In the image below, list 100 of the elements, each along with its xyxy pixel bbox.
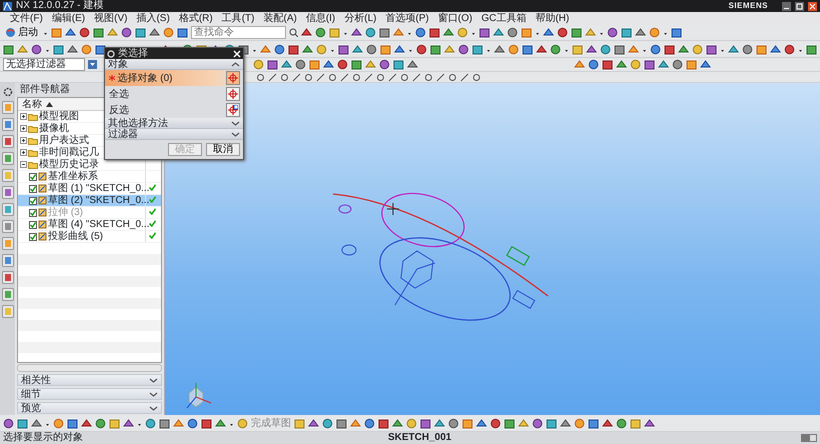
expand-icon[interactable] [20,149,27,156]
tool-icon[interactable] [448,418,459,428]
tool-icon[interactable] [650,44,661,54]
panel-header[interactable]: 细节 [17,388,162,400]
tool-icon[interactable] [644,418,655,428]
expand-icon[interactable] [20,125,27,132]
tool-icon[interactable] [420,418,431,428]
tool-icon[interactable] [429,27,440,38]
expand-chevron-icon[interactable] [149,404,158,412]
tool-icon[interactable] [81,418,92,428]
menu-item[interactable]: 编辑(E) [52,12,86,25]
tool-icon[interactable] [65,27,76,38]
checkbox[interactable] [29,184,37,192]
tree-row[interactable]: 基准坐标系 [18,171,161,183]
tool-icon[interactable] [366,44,377,54]
tool-icon[interactable] [416,44,427,54]
menu-item[interactable]: 帮助(H) [535,12,570,25]
tool-icon[interactable] [588,418,599,428]
tree-row[interactable]: 草图 (2) "SKETCH_0... [18,195,161,207]
tool-icon[interactable] [274,44,285,54]
tree-row[interactable]: 草图 (4) "SKETCH_0... [18,219,161,231]
tool-icon[interactable] [159,418,170,428]
checkbox[interactable] [29,220,37,228]
expand-chevron-icon[interactable] [231,120,240,126]
menu-item[interactable]: 格式(R) [178,12,213,25]
settings-icon[interactable] [2,87,12,97]
collapse-chevron-icon[interactable] [231,60,240,68]
tool-icon[interactable] [784,44,795,54]
sort-ascending-icon[interactable] [46,102,53,106]
tool-icon[interactable] [379,27,390,38]
resource-tab-icon[interactable] [2,271,14,284]
section-header[interactable]: 其他选择方法 [105,118,243,129]
dialog-button[interactable]: 取消 [206,143,240,156]
expand-chevron-icon[interactable] [149,376,158,384]
tool-icon[interactable] [95,44,106,54]
tool-icon[interactable] [614,44,625,54]
resource-tab-icon[interactable] [2,186,14,199]
tool-icon[interactable] [522,44,533,54]
tool-icon[interactable] [672,59,683,70]
tool-icon[interactable] [458,44,469,54]
menu-item[interactable]: 首选项(P) [386,12,429,25]
tool-icon[interactable] [706,44,717,54]
menu-item[interactable]: 信息(I) [306,12,336,25]
tool-icon[interactable] [31,418,42,428]
tool-icon[interactable] [79,27,90,38]
horizontal-scrollbar[interactable] [17,364,162,372]
expand-icon[interactable] [20,113,27,120]
tool-icon[interactable] [415,27,426,38]
tool-icon[interactable] [770,44,781,54]
menu-item[interactable]: 分析(L) [344,12,377,25]
expand-chevron-icon[interactable] [231,130,240,138]
tool-icon[interactable] [664,44,675,54]
tool-icon[interactable] [607,27,618,38]
tool-icon[interactable] [67,44,78,54]
maximize-icon[interactable] [795,2,804,10]
tool-icon[interactable] [338,44,349,54]
resource-tab-icon[interactable] [2,254,14,267]
tool-icon[interactable] [31,44,42,54]
menu-item[interactable]: 装配(A) [263,12,297,25]
tool-icon[interactable] [532,418,543,428]
menu-item[interactable]: 视图(V) [94,12,128,25]
tool-icon[interactable] [336,418,347,428]
tool-icon[interactable] [267,59,278,70]
resource-tab-icon[interactable] [2,135,14,148]
tool-icon[interactable] [3,418,14,428]
tool-icon[interactable] [543,27,554,38]
column-header[interactable]: 名称 [22,98,42,110]
tool-icon[interactable] [364,418,375,428]
tool-icon[interactable] [149,27,160,38]
tool-icon[interactable] [507,27,518,38]
tool-icon[interactable] [378,418,389,428]
selection-row[interactable]: 全选 [105,86,243,102]
menu-item[interactable]: 文件(F) [10,12,43,25]
menu-item[interactable]: GC工具箱 [481,12,526,25]
select-object-button[interactable] [226,71,240,85]
tool-icon[interactable] [635,27,646,38]
tool-icon[interactable] [586,44,597,54]
close-icon[interactable] [233,50,241,58]
panel-header[interactable]: 相关性 [17,374,162,386]
tool-icon[interactable] [557,27,568,38]
checkbox[interactable] [29,232,37,240]
tool-icon[interactable] [351,27,362,38]
tool-icon[interactable] [201,418,212,428]
menu-item[interactable]: 插入(S) [136,12,170,25]
tool-icon[interactable] [536,44,547,54]
expand-chevron-icon[interactable] [149,390,158,398]
collapse-icon[interactable] [20,161,27,168]
tool-icon[interactable] [476,418,487,428]
tool-icon[interactable] [602,59,613,70]
search-icon[interactable] [289,28,298,37]
section-header[interactable]: 对象 [105,59,243,70]
tool-icon[interactable] [494,44,505,54]
tool-icon[interactable] [479,27,490,38]
tool-icon[interactable] [588,59,599,70]
tool-icon[interactable] [742,44,753,54]
tool-icon[interactable] [337,59,348,70]
resource-tab-icon[interactable] [2,118,14,131]
selection-filter-dropdown[interactable]: 无选择过滤器 [3,58,85,71]
tool-icon[interactable] [177,27,188,38]
selection-action-button[interactable] [226,87,240,101]
